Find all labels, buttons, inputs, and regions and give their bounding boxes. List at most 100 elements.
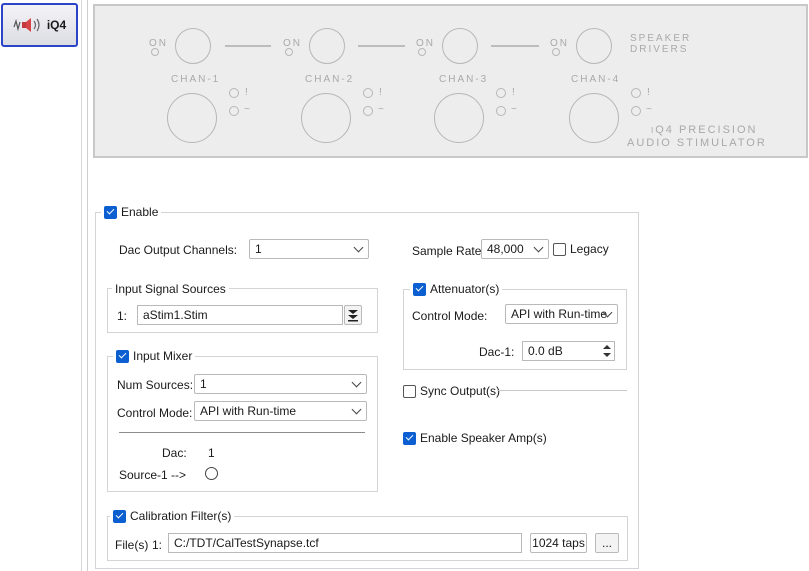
spin-buttons[interactable] <box>602 343 612 359</box>
speaker-drivers-line-2: DRIVERS <box>630 44 689 55</box>
signal-mark-1: ~ <box>244 104 252 115</box>
dac-output-select[interactable]: 1 <box>249 239 369 259</box>
on-led-4 <box>552 48 560 56</box>
dac-output-label: Dac Output Channels: <box>119 243 238 257</box>
panel-line-1 <box>225 45 271 47</box>
input-source-row-label: 1: <box>117 309 128 323</box>
input-sources-title: Input Signal Sources <box>112 282 229 296</box>
attenuators-title-text: Attenuator(s) <box>430 282 500 296</box>
signal-mark-2: ~ <box>378 104 386 115</box>
signal-led-1 <box>229 106 239 116</box>
attenuator-control-label: Control Mode: <box>412 309 488 323</box>
mixer-source-label: Source-1 --> <box>119 468 187 482</box>
calibration-checkbox[interactable] <box>113 509 126 523</box>
input-mixer-checkbox[interactable] <box>116 349 129 363</box>
channel-label-4: CHAN-4 <box>571 74 621 85</box>
sync-output-option[interactable]: Sync Output(s) <box>403 384 501 398</box>
clip-mark-3: ! <box>512 87 517 98</box>
mixer-control-label: Control Mode: <box>117 406 193 420</box>
mixer-dac-value: 1 <box>208 446 215 460</box>
browse-label: ... <box>601 536 612 550</box>
on-led-1 <box>151 48 159 56</box>
speaker-button-4 <box>576 28 612 64</box>
calibration-taps-display: 1024 taps <box>530 533 587 553</box>
on-led-3 <box>418 48 426 56</box>
on-label-3: ON <box>416 38 435 49</box>
mixer-control-select[interactable]: API with Run-time <box>194 401 367 421</box>
device-rail: iQ4 <box>0 0 82 571</box>
on-label-2: ON <box>283 38 302 49</box>
mixer-separator <box>119 432 365 433</box>
sample-rate-select[interactable]: 48,000 <box>481 239 549 259</box>
mixer-control-value: API with Run-time <box>200 404 297 418</box>
clip-mark-1: ! <box>245 87 250 98</box>
attenuators-checkbox[interactable] <box>413 282 426 296</box>
attenuators-title: Attenuator(s) <box>410 282 503 296</box>
speaker-button-3 <box>442 28 478 64</box>
speaker-amp-checkbox[interactable] <box>403 431 416 445</box>
speaker-amp-option[interactable]: Enable Speaker Amp(s) <box>403 431 547 445</box>
speaker-signal-icon <box>13 18 40 32</box>
channel-knob-1 <box>167 93 217 143</box>
sync-output-checkbox[interactable] <box>403 384 416 398</box>
clip-mark-2: ! <box>379 87 384 98</box>
channel-label-3: CHAN-3 <box>439 74 489 85</box>
chevron-down-icon <box>533 242 544 253</box>
product-name-line-2: AUDIO STIMULATOR <box>627 137 767 149</box>
clip-led-2 <box>363 88 373 98</box>
calibration-files-label: File(s) <box>115 538 149 552</box>
mixer-source-radio[interactable] <box>205 467 218 480</box>
on-led-2 <box>285 48 293 56</box>
mixer-dac-label: Dac: <box>162 446 187 460</box>
num-sources-select[interactable]: 1 <box>194 374 367 394</box>
device-tab-label: iQ4 <box>46 18 67 32</box>
speaker-button-1 <box>175 28 211 64</box>
source-picker-button[interactable] <box>344 305 362 325</box>
input-source-field[interactable]: aStim1.Stim <box>137 305 343 325</box>
chevron-down-icon <box>351 377 362 388</box>
enable-checkbox[interactable] <box>104 205 117 219</box>
clip-led-3 <box>496 88 506 98</box>
attenuator-dac-value: 0.0 dB <box>528 344 563 358</box>
double-chevron-down-icon <box>348 310 358 322</box>
num-sources-value: 1 <box>200 377 207 391</box>
num-sources-label: Num Sources: <box>117 378 194 392</box>
sync-output-label: Sync Output(s) <box>420 384 501 398</box>
on-label-1: ON <box>149 38 168 49</box>
clip-led-1 <box>229 88 239 98</box>
attenuator-control-value: API with Run-time <box>511 307 608 321</box>
input-sources-title-text: Input Signal Sources <box>115 282 226 296</box>
device-front-panel: ON ON ON ON SPEAKER DRIVERS CHAN-1 CHAN-… <box>93 4 808 158</box>
signal-mark-3: ~ <box>511 104 519 115</box>
channel-knob-4 <box>569 93 619 143</box>
channel-label-2: CHAN-2 <box>305 74 355 85</box>
channel-knob-2 <box>301 93 351 143</box>
panel-line-2 <box>358 45 405 47</box>
product-name-line-1: iQ4 PRECISION <box>651 124 758 136</box>
channel-knob-3 <box>434 93 484 143</box>
attenuator-control-select[interactable]: API with Run-time <box>505 304 618 324</box>
enable-label: Enable <box>121 205 159 219</box>
browse-button[interactable]: ... <box>595 533 619 553</box>
sample-rate-value: 48,000 <box>487 242 524 256</box>
sample-rate-label: Sample Rate: <box>412 244 485 258</box>
calibration-file-path: C:/TDT/CalTestSynapse.tcf <box>174 536 319 550</box>
channel-label-1: CHAN-1 <box>171 74 221 85</box>
sync-output-line <box>497 390 627 391</box>
calibration-file-field[interactable]: C:/TDT/CalTestSynapse.tcf <box>168 533 522 553</box>
clip-led-4 <box>631 88 641 98</box>
divider <box>87 0 88 571</box>
signal-led-3 <box>496 106 506 116</box>
input-mixer-title: Input Mixer <box>113 349 196 363</box>
attenuator-dac-field[interactable]: 0.0 dB <box>522 341 615 361</box>
chevron-down-icon <box>351 404 362 415</box>
legacy-option[interactable]: Legacy <box>553 242 609 256</box>
on-label-4: ON <box>550 38 569 49</box>
dac-output-value: 1 <box>255 242 262 256</box>
calibration-taps: 1024 taps <box>532 536 585 550</box>
speaker-button-2 <box>309 28 345 64</box>
signal-led-2 <box>363 106 373 116</box>
attenuator-dac-label: Dac-1: <box>479 345 515 359</box>
device-tab-iq4[interactable]: iQ4 <box>1 3 78 47</box>
legacy-checkbox[interactable] <box>553 242 566 256</box>
